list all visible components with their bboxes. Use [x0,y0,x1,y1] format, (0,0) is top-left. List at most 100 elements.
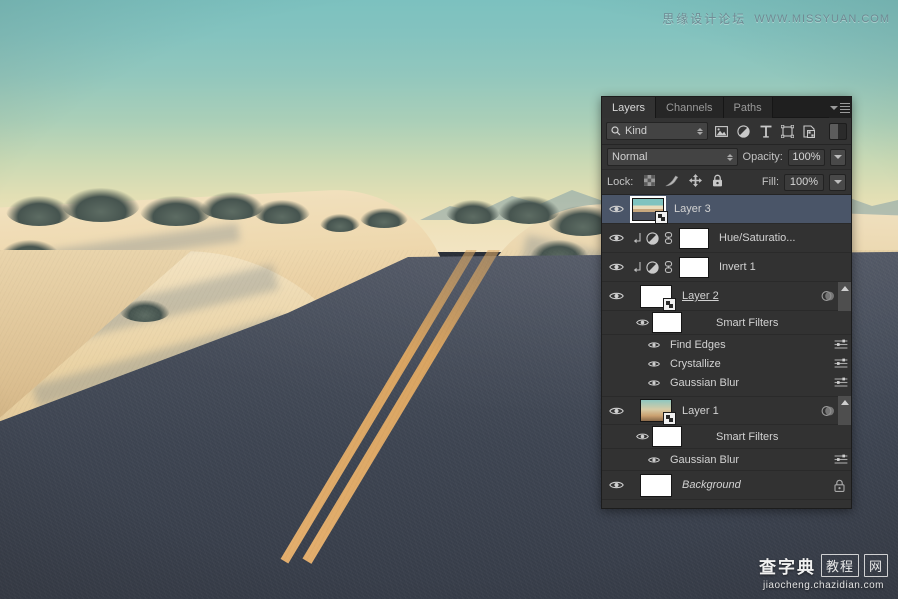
smart-filter-name-gaussian-blur-layer-1[interactable]: Gaussian Blur [670,454,833,466]
search-icon [611,126,621,136]
visibility-toggle-find-edges[interactable] [644,341,664,349]
smart-object-badge [655,210,668,224]
watermark-bottom: 查字典 教程 网 jiaocheng.chazidian.com [759,553,888,591]
visibility-toggle-smart-filters-layer-2[interactable] [632,318,652,327]
smart-filter-name-crystallize[interactable]: Crystallize [670,358,833,370]
visibility-toggle-gaussian-blur-layer-1[interactable] [644,456,664,464]
opacity-slider-button[interactable] [830,148,846,166]
visibility-toggle-layer-2[interactable] [604,291,628,301]
smart-filter-badge-layer-2[interactable] [820,289,836,303]
smart-filter-badge-layer-1[interactable] [820,404,836,418]
type-layer-filter-icon[interactable] [757,123,774,140]
scrub-bush [254,200,310,224]
filter-options-icon[interactable] [833,357,849,371]
layer-row-invert-1[interactable]: Invert 1 [602,253,851,282]
scrub-bush [446,200,500,224]
layer-name-invert-1[interactable]: Invert 1 [719,261,851,273]
scrub-bush [200,192,264,220]
lock-image-pixels-icon[interactable] [665,175,679,190]
layer-name-layer-3[interactable]: Layer 3 [674,203,851,215]
visibility-toggle-layer-3[interactable] [604,204,628,214]
fill-input[interactable]: 100% [784,173,824,191]
smart-filter-gaussian-blur-layer-2[interactable]: Gaussian Blur [602,373,851,392]
filter-kind-stepper[interactable] [697,127,703,135]
tabbar-filler [772,97,829,118]
filter-options-icon[interactable] [833,338,849,352]
tab-layers[interactable]: Layers [602,97,657,118]
layer-thumbnail-layer-3[interactable] [630,195,668,224]
screenshot-canvas: 思缘设计论坛 WWW.MISSYUAN.COM 查字典 教程 网 jiaoche… [0,0,898,599]
smart-filter-mask-layer-2[interactable] [652,312,682,333]
lock-position-icon[interactable] [689,174,703,190]
adjustment-layer-icon [644,231,660,245]
visibility-toggle-gaussian-blur-layer-2[interactable] [644,379,664,387]
clipping-mask-icon [630,261,644,273]
scrub-bush [360,208,408,228]
background-locked-icon [834,479,845,492]
layer-name-hue-saturation[interactable]: Hue/Saturatio... [719,232,851,244]
layer-thumbnail-background[interactable] [640,473,672,497]
layer-row-background[interactable]: Background [602,471,851,500]
smart-filter-mask-layer-1[interactable] [652,426,682,447]
blend-mode-select[interactable]: Normal [607,148,738,166]
mask-link-icon[interactable] [660,261,676,273]
layer-row-hue-saturation[interactable]: Hue/Saturatio... [602,224,851,253]
lock-row[interactable]: Lock: Fill: 100% [602,170,851,195]
smart-object-badge [663,412,676,425]
watermark-bottom-cn: 查字典 [758,558,816,577]
visibility-toggle-background[interactable] [604,480,628,490]
adjustment-layer-filter-icon[interactable] [735,123,752,140]
pixel-layer-filter-icon[interactable] [713,123,730,140]
layer-name-background[interactable]: Background [682,479,834,491]
filter-options-icon[interactable] [833,376,849,390]
visibility-toggle-smart-filters-layer-1[interactable] [632,432,652,441]
smart-filters-row-layer-2[interactable]: Smart Filters [602,311,851,335]
expand-collapse-layer-2[interactable] [838,281,851,311]
panel-menu-icon[interactable] [829,97,851,118]
opacity-input[interactable]: 100% [787,148,826,166]
layer-row-layer-1[interactable]: Layer 1 [602,396,851,425]
visibility-toggle-invert-1[interactable] [604,262,628,272]
smart-filter-name-find-edges[interactable]: Find Edges [670,339,833,351]
tab-paths[interactable]: Paths [723,97,773,118]
smart-filter-name-gaussian-blur-layer-2[interactable]: Gaussian Blur [670,377,833,389]
visibility-toggle-crystallize[interactable] [644,360,664,368]
layer-mask-thumbnail-hue-saturation[interactable] [679,227,709,249]
layers-panel[interactable]: Layers Channels Paths Kind Normal Opacit… [601,96,852,509]
filter-kind-select[interactable]: Kind [606,122,708,140]
mask-link-icon[interactable] [660,232,676,244]
layer-row-layer-2[interactable]: Layer 2 [602,281,851,311]
lock-all-icon[interactable] [712,174,723,190]
smart-filter-find-edges[interactable]: Find Edges [602,335,851,354]
opacity-label: Opacity: [742,151,783,163]
smart-filter-gaussian-blur-layer-1[interactable]: Gaussian Blur [602,449,851,471]
layer-list[interactable]: Layer 3 Hue/Saturatio... Invert 1 Layer … [602,195,851,508]
layer-filter-row[interactable]: Kind [602,118,851,145]
lock-transparent-pixels-icon[interactable] [644,175,656,189]
layer-thumbnail-layer-2[interactable] [640,284,676,311]
filter-enable-toggle[interactable] [829,122,847,140]
shape-layer-filter-icon[interactable] [779,123,796,140]
panel-tabbar: Layers Channels Paths [602,97,851,118]
smart-object-filter-icon[interactable] [801,123,818,140]
smart-filter-crystallize[interactable]: Crystallize [602,354,851,373]
layer-mask-thumbnail-invert-1[interactable] [679,256,709,278]
blend-mode-row[interactable]: Normal Opacity: 100% [602,145,851,170]
fill-slider-button[interactable] [829,173,846,191]
layer-thumbnail-layer-1[interactable] [640,399,676,425]
layer-row-layer-3[interactable]: Layer 3 [602,195,851,224]
filter-kind-label: Kind [625,125,648,137]
layer-name-layer-2[interactable]: Layer 2 [682,290,820,302]
filter-options-icon[interactable] [833,453,849,467]
blend-mode-stepper[interactable] [726,153,733,161]
expand-collapse-layer-1[interactable] [838,396,851,425]
blend-mode-value: Normal [612,151,648,163]
smart-filters-row-layer-1[interactable]: Smart Filters [602,425,851,449]
hamburger-icon [840,102,850,113]
watermark-bottom-box1: 教程 [820,554,859,577]
scrub-bush [320,214,360,232]
visibility-toggle-hue-saturation[interactable] [604,233,628,243]
visibility-toggle-layer-1[interactable] [604,406,628,416]
tab-channels[interactable]: Channels [656,97,724,118]
layer-name-layer-1[interactable]: Layer 1 [682,405,820,417]
